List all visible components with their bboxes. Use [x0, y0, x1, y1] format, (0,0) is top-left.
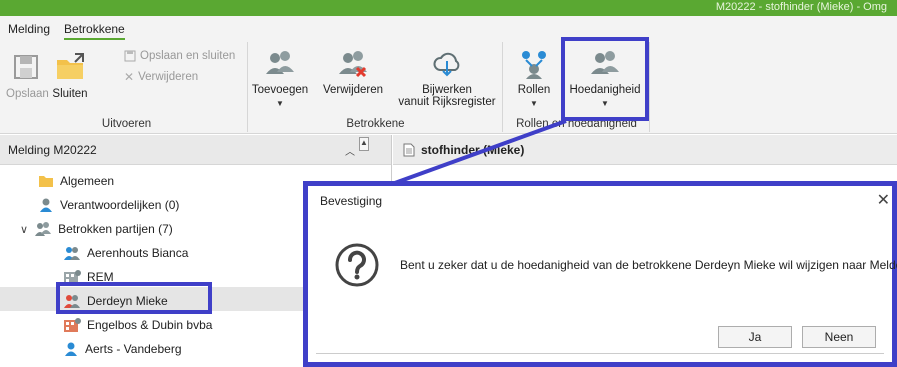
content-header: stofhinder (Mieke)	[393, 135, 897, 165]
nav-header: Melding M20222 ︿ ▲	[0, 135, 391, 165]
highlight-derdeyn-mieke	[56, 282, 212, 314]
title-bar: M20222 - stofhinder (Mieke) - Omg	[0, 0, 897, 16]
group-label-betrokkene: Betrokkene	[346, 118, 405, 130]
question-icon	[335, 243, 379, 287]
verwijderen-small-button[interactable]: ✕ Verwijderen	[124, 70, 198, 84]
neen-button[interactable]: Neen	[802, 326, 876, 348]
close-icon[interactable]: ✕	[877, 190, 890, 210]
tree-item-betrokken-partijen[interactable]: ∨ Betrokken partijen (7)	[20, 221, 173, 237]
save-icon	[14, 55, 38, 79]
document-icon	[403, 143, 415, 156]
chevron-down-icon: ▼	[276, 99, 284, 108]
content-title: stofhinder (Mieke)	[421, 142, 525, 157]
persons-icon	[35, 222, 52, 236]
tree-item-algemeen[interactable]: Algemeen	[38, 174, 114, 188]
company-icon	[64, 318, 81, 332]
tree-item-engelbos-dubin[interactable]: Engelbos & Dubin bvba	[63, 317, 212, 333]
dialog-title: Bevestiging	[320, 194, 383, 208]
add-persons-icon	[266, 51, 294, 74]
group-uitvoeren: Opslaan Sluiten Opslaan en sluiten ✕ Ver…	[6, 42, 248, 132]
group-betrokkene: Toevoegen ▼ Verwijderen Bijwerken vanuit…	[249, 42, 503, 132]
highlight-hoedanigheid	[561, 37, 649, 121]
remove-persons-icon	[339, 51, 367, 78]
confirmation-dialog: Bevestiging ✕ Bent u zeker dat u de hoed…	[303, 181, 897, 367]
tree-item-aerts-vandeberg[interactable]: Aerts - Vandeberg	[63, 341, 182, 357]
window-title: M20222 - stofhinder (Mieke) - Omg	[715, 1, 887, 13]
nav-header-title: Melding M20222	[8, 142, 97, 157]
group-label-uitvoeren: Uitvoeren	[101, 118, 152, 130]
tab-betrokkene[interactable]: Betrokkene	[64, 22, 125, 40]
opslaan-en-sluiten-button[interactable]: Opslaan en sluiten	[124, 50, 235, 62]
person-group-icon	[64, 247, 80, 260]
folder-icon	[39, 176, 53, 187]
bijwerken-rijksregister-button[interactable]: Bijwerken vanuit Rijksregister	[395, 48, 499, 108]
folder-close-icon	[57, 53, 84, 79]
ja-button[interactable]: Ja	[718, 326, 792, 348]
tree-item-aerenhouts-bianca[interactable]: Aerenhouts Bianca	[63, 245, 188, 261]
ribbon: Melding Betrokkene Opslaan Sluiten Opsla…	[0, 16, 897, 134]
roles-icon	[522, 51, 546, 79]
sluiten-button[interactable]: Sluiten	[48, 50, 92, 100]
tree-item-verantwoordelijken[interactable]: Verantwoordelijken (0)	[38, 197, 179, 213]
opslaan-button[interactable]: Opslaan	[6, 50, 49, 100]
person-icon	[40, 198, 52, 212]
toevoegen-button[interactable]: Toevoegen ▼	[249, 48, 311, 110]
rollen-button[interactable]: Rollen ▼	[508, 48, 560, 110]
scroll-up-icon[interactable]: ▲	[359, 137, 369, 151]
person-icon	[65, 342, 77, 356]
dialog-divider	[316, 353, 884, 354]
verwijderen-button[interactable]: Verwijderen	[319, 48, 387, 96]
collapse-chevron-icon[interactable]: ︿	[345, 143, 355, 158]
ribbon-tabs: Melding Betrokkene	[8, 22, 125, 40]
dialog-message: Bent u zeker dat u de hoedanigheid van d…	[400, 258, 897, 272]
expand-chevron-icon[interactable]: ∨	[20, 223, 28, 236]
chevron-down-icon: ▼	[530, 99, 538, 108]
tab-melding[interactable]: Melding	[8, 22, 50, 40]
delete-x-icon: ✕	[124, 70, 135, 84]
cloud-download-icon	[433, 52, 460, 77]
save-close-icon	[124, 50, 136, 62]
